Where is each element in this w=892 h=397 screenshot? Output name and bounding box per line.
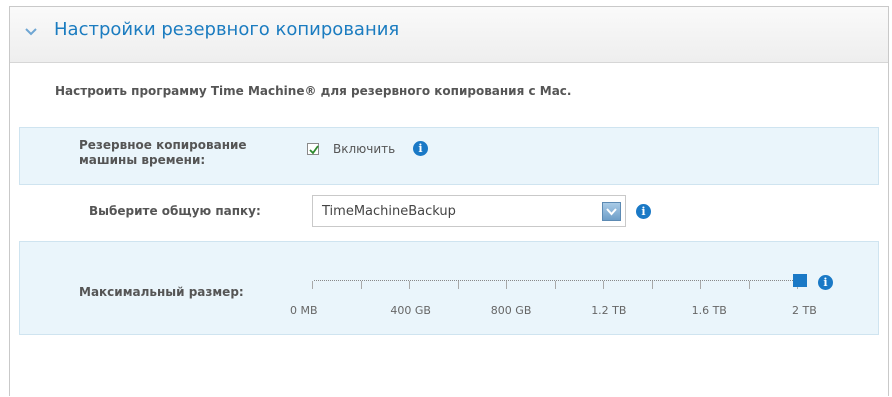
info-icon[interactable]: i	[413, 141, 428, 156]
share-select-value: TimeMachineBackup	[322, 204, 456, 219]
size-slider-track[interactable]	[314, 280, 797, 281]
scale-label: 400 GB	[390, 304, 431, 317]
slider-tick	[506, 281, 507, 289]
time-machine-label: Резервное копирование машины времени:	[79, 138, 247, 168]
section-header[interactable]: Настройки резервного копирования	[10, 7, 888, 63]
time-machine-label-line1: Резервное копирование	[79, 138, 247, 152]
scale-label: 1.6 TB	[691, 304, 727, 317]
slider-tick	[457, 281, 459, 289]
slider-tick	[312, 281, 313, 289]
dropdown-arrow-icon[interactable]	[602, 202, 621, 221]
slider-tick	[409, 281, 410, 289]
max-size-label: Максимальный размер:	[79, 285, 244, 299]
time-machine-label-line2: машины времени:	[79, 153, 206, 167]
section-title: Настройки резервного копирования	[54, 19, 400, 40]
enable-checkbox[interactable]	[307, 143, 319, 155]
slider-tick	[360, 281, 362, 289]
slider-tick	[603, 281, 604, 289]
backup-settings-panel: Настройки резервного копирования Настрои…	[9, 6, 889, 396]
chevron-down-icon[interactable]	[24, 24, 38, 38]
slider-tick	[700, 281, 701, 289]
scale-label: 1.2 TB	[591, 304, 627, 317]
slider-tick	[748, 281, 750, 289]
info-icon[interactable]: i	[636, 204, 651, 219]
scale-label: 2 TB	[792, 304, 817, 317]
scale-label: 0 MB	[290, 304, 318, 317]
share-label: Выберите общую папку:	[89, 204, 261, 218]
section-description: Настроить программу Time Machine® для ре…	[55, 84, 572, 98]
enable-checkbox-label[interactable]: Включить	[333, 142, 395, 156]
scale-label: 800 GB	[490, 304, 532, 317]
slider-tick	[651, 281, 653, 289]
check-icon	[309, 145, 319, 155]
slider-tick	[554, 281, 556, 289]
size-slider-handle[interactable]	[793, 274, 807, 287]
info-icon[interactable]: i	[818, 275, 833, 290]
share-select[interactable]: TimeMachineBackup	[312, 195, 626, 227]
